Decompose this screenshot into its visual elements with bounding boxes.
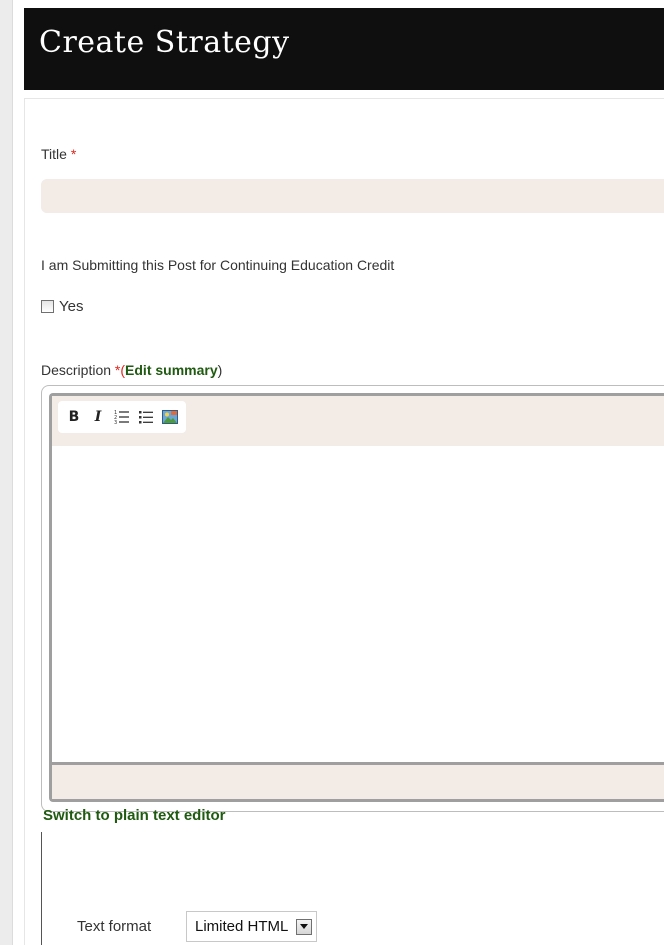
bulleted-list-icon — [139, 411, 153, 424]
title-input[interactable] — [41, 179, 664, 213]
italic-button[interactable]: I — [88, 406, 108, 428]
dropdown-arrow-icon[interactable] — [296, 918, 313, 935]
editor-toolbar-bar: B I 1 2 3 — [52, 396, 664, 446]
switch-to-plain-text-link[interactable]: Switch to plain text editor — [43, 807, 226, 824]
numbered-list-icon: 1 2 3 — [114, 410, 129, 425]
insert-image-button[interactable] — [160, 406, 180, 428]
continuing-education-label: I am Submitting this Post for Continuing… — [41, 257, 395, 273]
description-label: Description *(Edit summary) — [41, 362, 222, 378]
continuing-education-option[interactable]: Yes — [41, 298, 83, 315]
svg-text:3: 3 — [114, 420, 117, 425]
bold-button[interactable]: B — [64, 406, 84, 428]
title-label: Title * — [41, 146, 76, 162]
page-header: Create Strategy — [24, 8, 664, 90]
description-editor-wrapper: B I 1 2 3 — [41, 385, 664, 812]
edit-summary-link[interactable]: Edit summary — [125, 362, 218, 378]
close-paren: ) — [217, 362, 223, 378]
description-label-text: Description — [41, 362, 112, 378]
image-icon — [162, 410, 178, 424]
form-panel: Title * I am Submitting this Post for Co… — [24, 98, 664, 945]
description-textarea[interactable] — [52, 446, 664, 765]
page: Create Strategy Title * I am Submitting … — [0, 0, 664, 945]
yes-label: Yes — [59, 298, 84, 315]
editor-toolbar: B I 1 2 3 — [58, 401, 186, 433]
editor-statusbar — [52, 762, 664, 799]
bulleted-list-button[interactable] — [136, 406, 156, 428]
text-format-section: Text format Limited HTML — [41, 832, 642, 945]
page-title: Create Strategy — [39, 25, 290, 60]
text-format-label: Text format — [77, 918, 152, 935]
title-label-text: Title — [41, 146, 67, 162]
left-rail — [0, 0, 13, 945]
text-format-selected-value: Limited HTML — [195, 918, 289, 935]
text-format-select[interactable]: Limited HTML — [186, 911, 318, 942]
rich-text-editor: B I 1 2 3 — [49, 393, 664, 802]
yes-checkbox[interactable] — [41, 300, 54, 313]
numbered-list-button[interactable]: 1 2 3 — [112, 406, 132, 428]
required-marker: * — [70, 146, 77, 162]
